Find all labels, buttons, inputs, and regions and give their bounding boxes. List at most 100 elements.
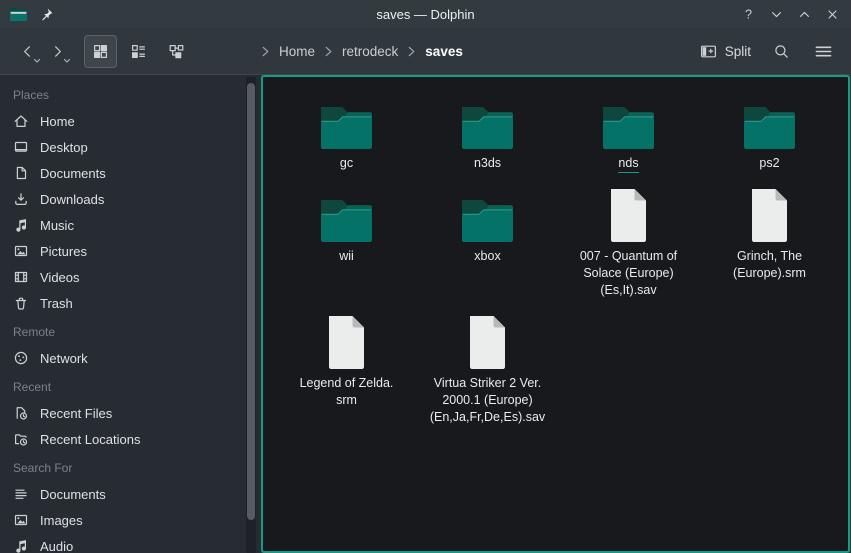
folder-view[interactable]: gc n3ds nds ps2 wii xbox 007 - Quantum of Sola… <box>261 75 850 553</box>
file-grid: gc n3ds nds ps2 wii xbox 007 - Quantum of Sola… <box>263 77 848 426</box>
sidebar-item-recent-files[interactable]: Recent Files <box>0 400 261 426</box>
folder-large-icon <box>741 104 798 151</box>
help-button[interactable]: ? <box>738 4 758 24</box>
folder-item-n3ds[interactable]: n3ds <box>417 93 558 172</box>
sidebar-item-label: Downloads <box>40 192 104 207</box>
folder-item-xbox[interactable]: xbox <box>417 186 558 299</box>
image-icon <box>13 512 29 528</box>
network-icon <box>13 350 29 366</box>
pin-icon[interactable] <box>39 7 54 22</box>
split-button[interactable]: Split <box>696 38 755 65</box>
file-large-icon <box>747 187 792 244</box>
sidebar-item-label: Documents <box>40 487 106 502</box>
close-icon <box>825 7 840 22</box>
close-button[interactable] <box>822 4 842 24</box>
file-item-legend-of-zelda-srm[interactable]: Legend of Zelda. srm <box>276 313 417 426</box>
folder-large-icon <box>459 197 516 244</box>
sidebar-item-downloads[interactable]: Downloads <box>0 186 261 212</box>
view-mode-group <box>84 35 193 68</box>
sidebar-item-recent-locations[interactable]: Recent Locations <box>0 426 261 452</box>
search-button[interactable] <box>765 35 797 67</box>
music-icon <box>13 217 29 233</box>
sidebar-item-label: Pictures <box>40 244 87 259</box>
item-label-text: xbox <box>474 249 500 263</box>
item-label-text: nds <box>618 156 638 173</box>
breadcrumb-segment-home[interactable]: Home <box>279 44 315 59</box>
breadcrumb-separator-icon <box>407 46 416 57</box>
places-panel: PlacesHomeDesktopDocumentsDownloadsMusic… <box>0 75 261 553</box>
folder-item-gc[interactable]: gc <box>276 93 417 172</box>
home-icon <box>13 113 29 129</box>
item-label-text: ps2 <box>759 156 779 170</box>
sidebar-item-network[interactable]: Network <box>0 345 261 371</box>
toolbar: Home retrodeck saves Split <box>0 28 851 75</box>
sidebar-item-label: Recent Locations <box>40 432 140 447</box>
desktop-icon <box>13 139 29 155</box>
sidebar-item-audio[interactable]: Audio <box>0 533 261 553</box>
sidebar-item-desktop[interactable]: Desktop <box>0 134 261 160</box>
sidebar-item-videos[interactable]: Videos <box>0 264 261 290</box>
sidebar-item-pictures[interactable]: Pictures <box>0 238 261 264</box>
item-label-text: Legend of Zelda. srm <box>300 376 394 407</box>
breadcrumb-segment-saves[interactable]: saves <box>425 44 463 59</box>
tree-view-button[interactable] <box>160 35 193 68</box>
folder-item-ps2[interactable]: ps2 <box>699 93 840 172</box>
sidebar-item-label: Network <box>40 351 88 366</box>
sidebar-item-label: Home <box>40 114 75 129</box>
item-label: xbox <box>474 248 500 265</box>
dolphin-window: saves — Dolphin ? Home retrodeck saves Spl… <box>0 0 851 553</box>
text-lines-icon <box>13 486 29 502</box>
sidebar-item-label: Music <box>40 218 74 233</box>
sidebar-item-trash[interactable]: Trash <box>0 290 261 316</box>
download-icon <box>13 191 29 207</box>
breadcrumb-segment-retrodeck[interactable]: retrodeck <box>342 44 398 59</box>
caret-down-icon <box>33 58 41 64</box>
help-icon: ? <box>741 7 756 22</box>
chevron-right-icon <box>50 44 65 59</box>
item-icon-box <box>465 313 510 371</box>
recent-file-icon <box>13 405 29 421</box>
section-header-recent: Recent <box>0 371 261 400</box>
sidebar-item-documents[interactable]: Documents <box>0 160 261 186</box>
chevron-down-icon <box>769 7 784 22</box>
breadcrumb-separator-icon <box>324 46 333 57</box>
file-item-grinch-the-europe-srm[interactable]: Grinch, The (Europe).srm <box>699 186 840 299</box>
section-header-search-for: Search For <box>0 452 261 481</box>
sidebar-item-documents[interactable]: Documents <box>0 481 261 507</box>
item-icon-box <box>318 186 375 244</box>
back-button[interactable] <box>12 33 42 69</box>
file-large-icon <box>324 314 369 371</box>
item-label: 007 - Quantum of Solace (Europe) (Es,It)… <box>580 248 677 299</box>
sidebar-scrollbar-thumb[interactable] <box>247 83 255 520</box>
icons-view-button[interactable] <box>84 35 117 68</box>
item-label: Virtua Striker 2 Ver. 2000.1 (Europe) (E… <box>430 375 545 426</box>
forward-button[interactable] <box>42 33 72 69</box>
trash-icon <box>13 295 29 311</box>
sidebar-item-home[interactable]: Home <box>0 108 261 134</box>
sidebar-item-label: Desktop <box>40 140 88 155</box>
file-item-virtua-striker-2-ver-2000-1-europe-en-ja[interactable]: Virtua Striker 2 Ver. 2000.1 (Europe) (E… <box>417 313 558 426</box>
item-icon-box <box>600 93 657 151</box>
maximize-button[interactable] <box>794 4 814 24</box>
file-item-007-quantum-of-solace-europe-es-it-sav[interactable]: 007 - Quantum of Solace (Europe) (Es,It)… <box>558 186 699 299</box>
item-icon-box <box>747 186 792 244</box>
folder-large-icon <box>318 197 375 244</box>
sidebar-item-images[interactable]: Images <box>0 507 261 533</box>
item-label-text: n3ds <box>474 156 501 170</box>
menu-button[interactable] <box>807 35 839 67</box>
folder-app-icon <box>9 6 28 22</box>
video-icon <box>13 269 29 285</box>
sidebar-item-music[interactable]: Music <box>0 212 261 238</box>
split-label: Split <box>725 44 751 59</box>
item-label-text: 007 - Quantum of Solace (Europe) (Es,It)… <box>580 249 677 297</box>
folder-large-icon <box>318 104 375 151</box>
music-icon <box>13 538 29 553</box>
details-view-button[interactable] <box>122 35 155 68</box>
titlebar: saves — Dolphin ? <box>0 0 851 28</box>
folder-item-nds[interactable]: nds <box>558 93 699 172</box>
folder-item-wii[interactable]: wii <box>276 186 417 299</box>
view-tree-icon <box>168 43 185 60</box>
item-label: wii <box>339 248 354 265</box>
item-label-text: gc <box>340 156 353 170</box>
minimize-button[interactable] <box>766 4 786 24</box>
